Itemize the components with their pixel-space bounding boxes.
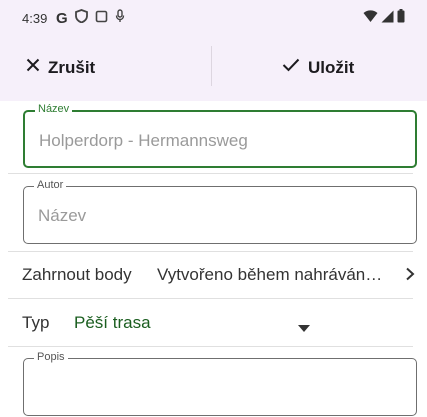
name-field-legend: Název [35,103,73,115]
battery-icon [397,9,405,28]
name-field-value: Holperdorp - Hermannsweg [39,131,248,150]
status-bar: 4:39 G [0,0,427,34]
action-bar: Zrušit Uložit [0,34,427,101]
divider [8,346,413,347]
type-label: Typ [22,313,50,332]
shield-icon [74,9,88,28]
author-field[interactable]: Autor Název [23,179,417,244]
type-row: Typ Pěší trasa [0,299,427,345]
chevron-right-icon [405,267,415,286]
close-icon [26,58,40,77]
divider [8,173,413,174]
author-field-placeholder: Název [38,206,87,225]
dropdown-arrow-icon [298,319,310,337]
cancel-label: Zrušit [48,57,96,77]
author-field-legend: Autor [34,179,67,191]
description-field[interactable]: Popis [23,351,417,416]
signal-icon [381,10,394,28]
include-points-label: Zahrnout body [22,265,132,284]
status-left-icons: G [56,9,125,28]
description-field-legend: Popis [34,351,68,363]
google-g-icon: G [56,9,68,27]
type-dropdown[interactable]: Pěší trasa [70,305,316,339]
include-points-row[interactable]: Zahrnout body Vytvořeno během nahráván… [0,252,427,297]
status-time: 4:39 [22,11,48,26]
mic-icon [115,9,125,28]
screen-icon [95,10,108,28]
include-points-value: Vytvořeno během nahráván… [157,265,383,284]
save-button[interactable]: Uložit [282,34,354,101]
wifi-icon [363,9,378,28]
check-icon [282,58,300,77]
type-dropdown-value: Pěší trasa [74,313,151,332]
status-right-icons [363,9,405,28]
name-field[interactable]: Název Holperdorp - Hermannsweg [23,103,417,168]
cancel-button[interactable]: Zrušit [26,34,95,101]
save-label: Uložit [308,57,355,77]
action-divider [211,46,212,86]
